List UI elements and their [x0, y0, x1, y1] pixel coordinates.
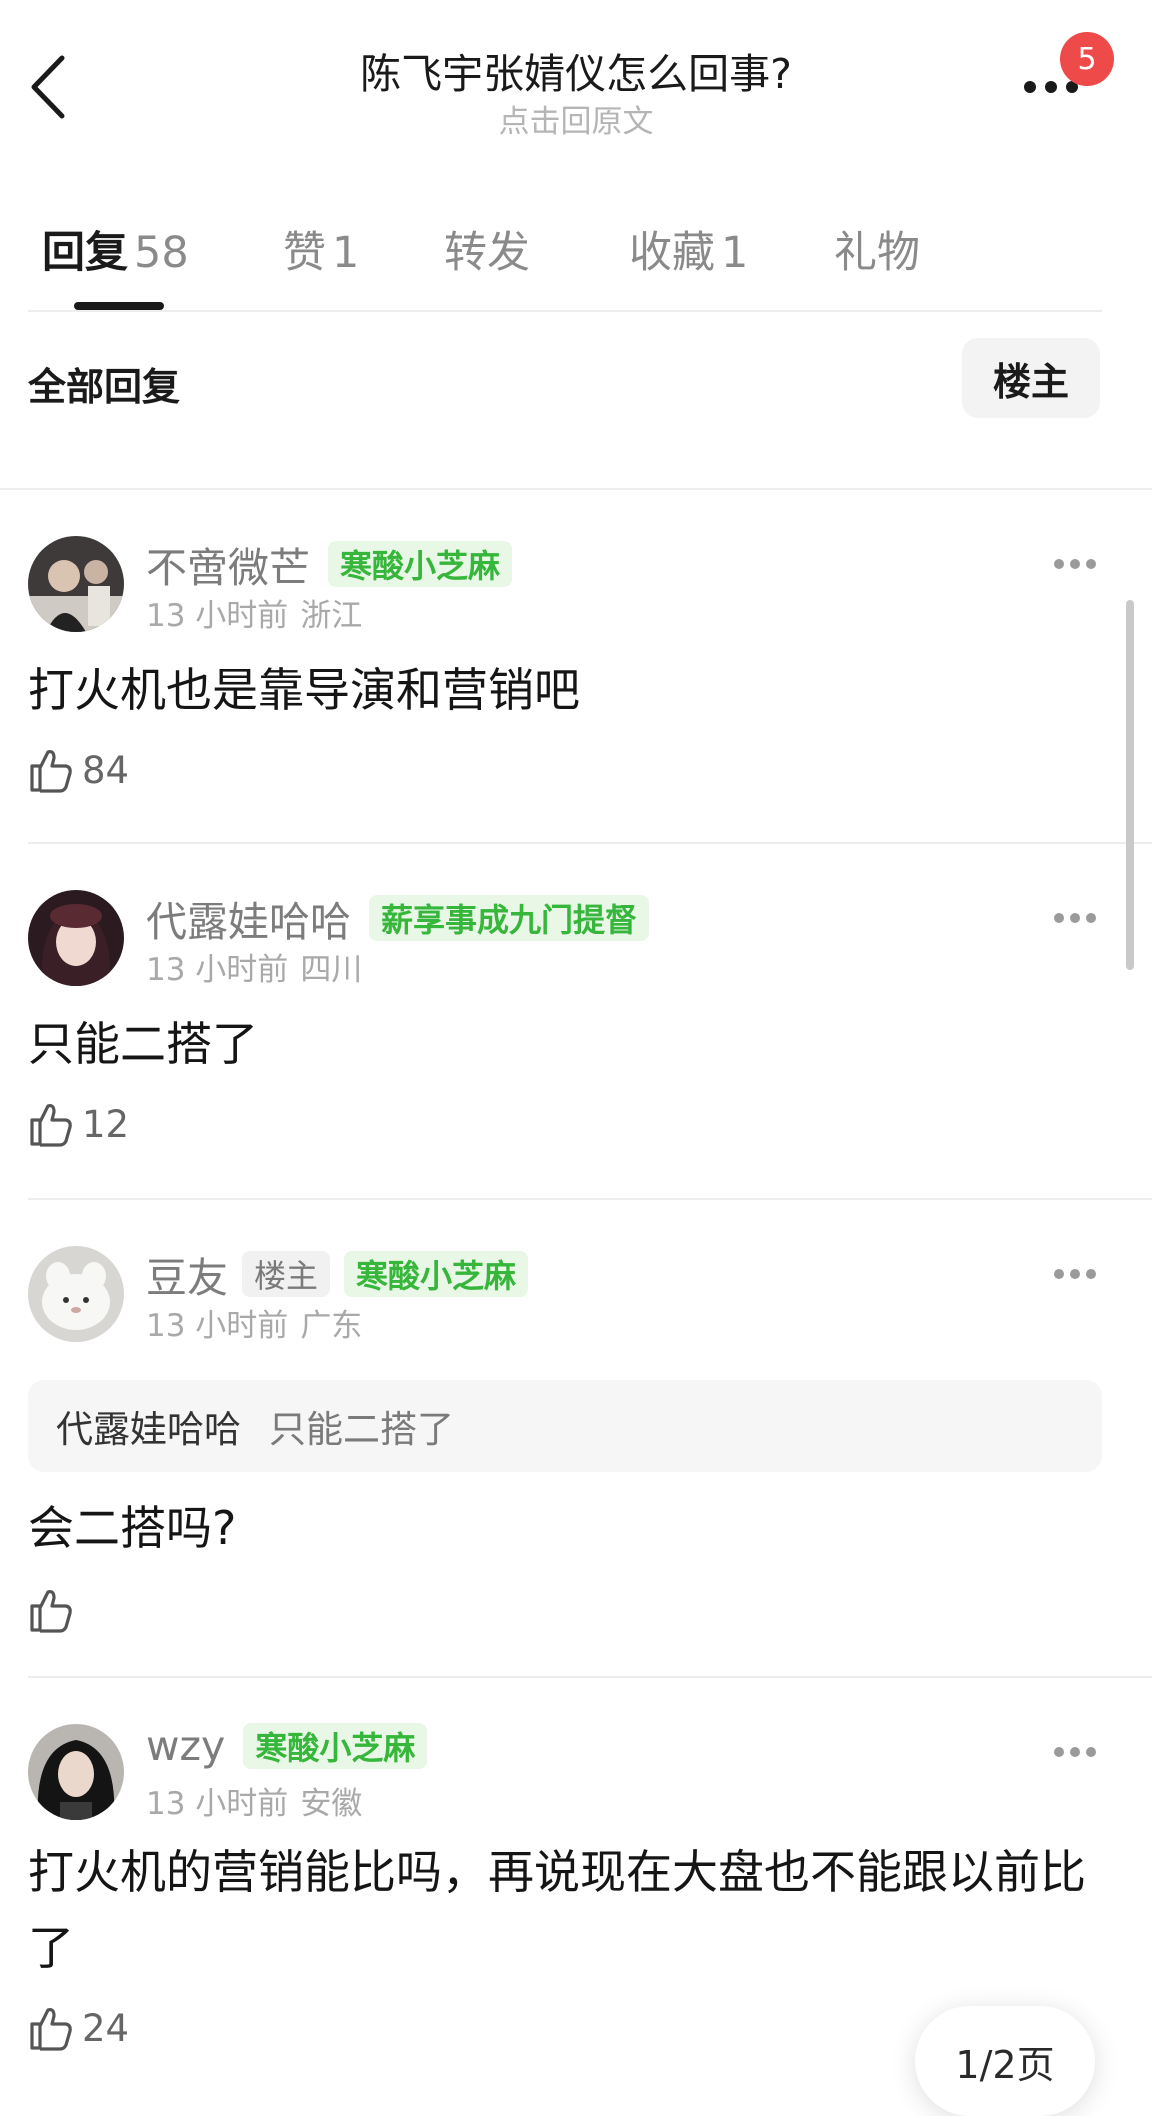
comment-time: 13 小时前	[146, 952, 289, 988]
more-dots-icon	[1054, 1269, 1096, 1279]
comment-more-button[interactable]	[1052, 910, 1098, 924]
comment-more-button[interactable]	[1052, 556, 1098, 570]
comment-item: 代露娃哈哈 薪享事成九门提督 13 小时前 四川 只能二搭了 12	[0, 844, 1152, 1196]
like-button[interactable]: 24	[28, 2004, 129, 2052]
tab-label: 转发	[444, 228, 530, 278]
tab-likes[interactable]: 赞1	[283, 218, 359, 280]
more-dots-icon	[1054, 559, 1096, 569]
avatar[interactable]	[28, 536, 124, 632]
like-button[interactable]: 84	[28, 746, 129, 794]
quoted-reply[interactable]: 代露娃哈哈 只能二搭了	[28, 1380, 1102, 1472]
back-to-post-link[interactable]: 点击回原文	[0, 96, 1152, 141]
tab-count: 1	[332, 228, 360, 278]
username[interactable]: 不啻微芒	[146, 534, 310, 594]
tab-reposts[interactable]: 转发	[444, 218, 530, 280]
more-dots-icon	[1054, 913, 1096, 923]
group-tag[interactable]: 薪享事成九门提督	[369, 895, 650, 941]
username[interactable]: wzy	[146, 1722, 225, 1770]
like-count: 84	[82, 748, 130, 792]
scrollbar[interactable]	[1126, 600, 1134, 970]
op-only-button[interactable]: 楼主	[962, 338, 1100, 418]
comment-text: 打火机也是靠导演和营销吧	[28, 663, 580, 717]
group-tag[interactable]: 寒酸小芝麻	[344, 1251, 529, 1297]
thumbs-up-icon	[30, 1104, 72, 1147]
comment-time: 13 小时前	[146, 1308, 289, 1344]
notification-badge: 5	[1060, 32, 1114, 86]
active-tab-indicator	[74, 302, 164, 310]
comment-time: 13 小时前	[146, 1786, 289, 1822]
tab-count: 1	[721, 228, 749, 278]
page-title[interactable]: 陈飞宇张婧仪怎么回事?	[0, 40, 1152, 100]
comment-text: 会二搭吗?	[28, 1501, 237, 1555]
tab-gifts[interactable]: 礼物	[834, 218, 920, 280]
divider	[28, 310, 1102, 312]
comment-item: 不啻微芒 寒酸小芝麻 13 小时前 浙江 打火机也是靠导演和营销吧 84	[0, 490, 1152, 842]
thumbs-up-icon	[30, 750, 72, 793]
more-dots-icon	[1054, 1747, 1096, 1757]
tab-count: 58	[134, 228, 189, 278]
tab-favorites[interactable]: 收藏 1	[629, 218, 748, 280]
tab-label: 回复	[42, 228, 128, 278]
avatar[interactable]	[28, 1246, 124, 1342]
comment-time: 13 小时前	[146, 598, 289, 634]
comment-location: 安徽	[300, 1786, 363, 1822]
page-indicator-button[interactable]: 1/2页	[915, 2006, 1095, 2116]
comment-more-button[interactable]	[1052, 1744, 1098, 1758]
section-title: 全部回复	[28, 365, 181, 409]
tab-label: 收藏	[629, 228, 715, 278]
thumbs-up-icon	[30, 2008, 72, 2051]
thumbs-up-icon	[30, 1590, 72, 1633]
username[interactable]: 豆友	[146, 1244, 228, 1304]
comment-meta: 13 小时前 广东	[146, 1300, 362, 1345]
tab-replies[interactable]: 回复 58	[42, 218, 189, 280]
like-button[interactable]	[28, 1586, 82, 1634]
tab-label: 赞	[283, 228, 326, 278]
comment-location: 浙江	[300, 598, 363, 634]
avatar[interactable]	[28, 1724, 124, 1820]
avatar[interactable]	[28, 890, 124, 986]
quoted-username: 代露娃哈哈	[56, 1408, 241, 1451]
comment-item: 豆友 楼主 寒酸小芝麻 13 小时前 广东 代露娃哈哈 只能二搭了 会二搭吗?	[0, 1200, 1152, 1678]
op-badge: 楼主	[242, 1251, 331, 1297]
username[interactable]: 代露娃哈哈	[146, 888, 351, 948]
comment-location: 广东	[300, 1308, 363, 1344]
comment-more-button[interactable]	[1052, 1266, 1098, 1280]
group-tag[interactable]: 寒酸小芝麻	[243, 1723, 428, 1769]
tab-label: 礼物	[834, 228, 920, 278]
comment-meta: 13 小时前 浙江	[146, 590, 362, 635]
like-count: 24	[82, 2006, 130, 2050]
like-button[interactable]: 12	[28, 1100, 129, 1148]
group-tag[interactable]: 寒酸小芝麻	[328, 541, 513, 587]
comment-meta: 13 小时前 四川	[146, 944, 362, 989]
comment-text: 打火机的营销能比吗，再说现在大盘也不能跟以前比了	[28, 1845, 1086, 1975]
quoted-text: 只能二搭了	[269, 1408, 454, 1451]
comment-text: 只能二搭了	[28, 1017, 258, 1071]
comment-meta: 13 小时前 安徽	[146, 1778, 362, 1823]
comment-location: 四川	[300, 952, 363, 988]
like-count: 12	[82, 1102, 130, 1146]
page-indicator-label: 1/2页	[955, 2043, 1055, 2087]
